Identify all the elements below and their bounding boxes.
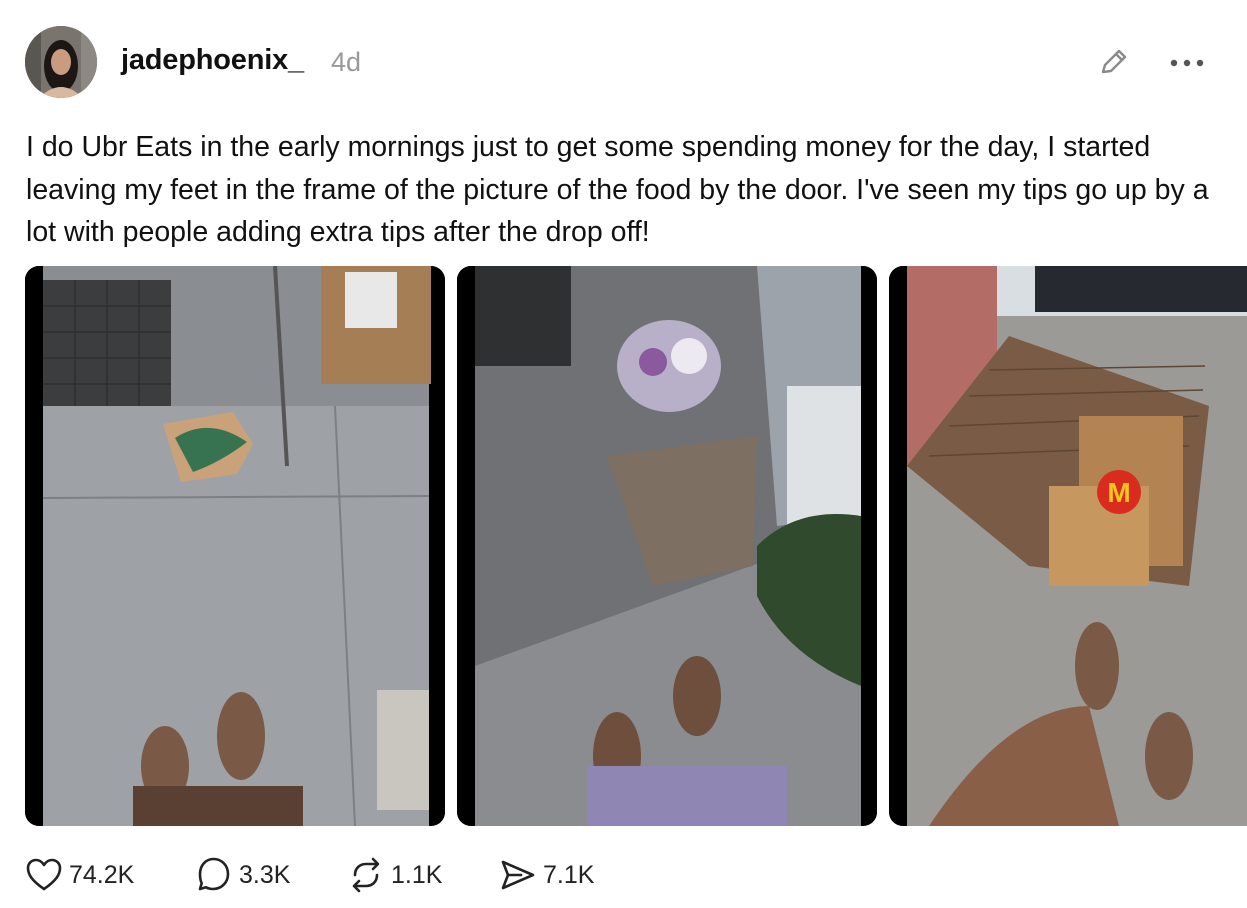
pencil-icon[interactable] [1097,45,1131,79]
mcdonalds-bags-delivery-photo[interactable]: M [889,266,1247,826]
photo-carousel[interactable]: M [25,266,1247,826]
post-card: jadephoenix_ 4d I do Ubr Eats in the ear… [0,0,1247,908]
reply-button[interactable]: 3.3K [195,852,290,898]
repost-count: 1.1K [391,860,443,889]
username[interactable]: jadephoenix_ [121,44,304,77]
share-count: 7.1K [543,860,595,889]
repost-icon [352,857,380,893]
heart-icon [26,858,62,891]
reply-count: 3.3K [239,860,291,889]
more-options-icon[interactable] [1168,57,1208,69]
svg-text:M: M [1107,477,1130,508]
repost-button[interactable]: 1.1K [347,852,442,898]
post-text: I do Ubr Eats in the early mornings just… [26,131,1209,248]
avatar-image [25,26,97,98]
share-button[interactable]: 7.1K [499,852,594,898]
avatar[interactable] [25,26,97,98]
send-icon [501,860,535,890]
like-count: 74.2K [69,860,135,889]
starbucks-bag-delivery-photo[interactable] [25,266,445,826]
like-button[interactable]: 74.2K [25,852,134,898]
flower-bouquet-delivery-photo[interactable] [457,266,877,826]
post-timestamp: 4d [331,47,362,77]
comment-icon [198,857,230,891]
action-bar: 74.2K 3.3K 1.1K 7.1K [25,852,725,898]
